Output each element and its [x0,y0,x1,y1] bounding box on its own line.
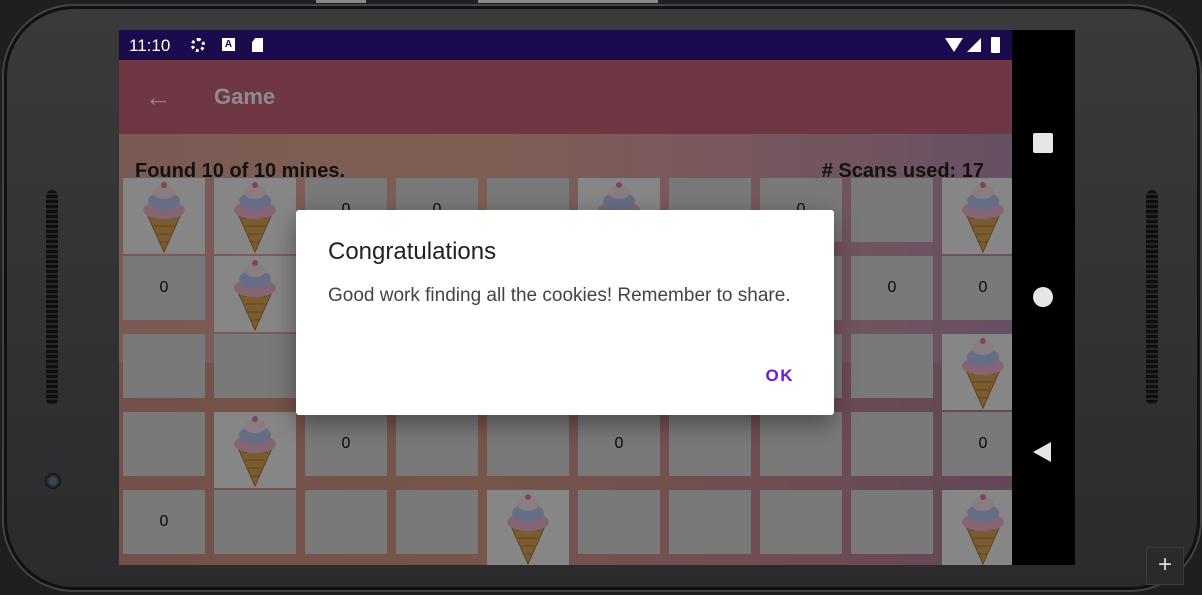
back-triangle-icon[interactable] [1033,442,1051,462]
settings-gear-icon [191,38,205,52]
wifi-icon [945,38,963,52]
congratulations-dialog: Congratulations Good work finding all th… [296,210,834,415]
dialog-title: Congratulations [328,238,497,265]
cell-signal-icon [967,38,981,52]
window-top-edge [316,0,366,3]
ok-button[interactable]: OK [766,366,795,386]
recents-square-icon[interactable] [1033,133,1053,153]
dialog-message: Good work finding all the cookies! Remem… [328,285,791,306]
add-plus-button[interactable]: + [1146,547,1184,585]
a-notification-icon: A [222,38,235,51]
home-circle-icon[interactable] [1033,287,1053,307]
sd-card-icon [252,38,263,52]
right-speaker [1146,190,1158,405]
status-time: 11:10 [129,36,171,55]
left-speaker [46,190,58,405]
front-camera [45,473,61,489]
battery-icon [991,37,1000,53]
device-screen: 11:10 A ← Game Found 10 of 10 mines. # S… [119,30,1012,565]
status-bar: 11:10 A [119,30,1012,60]
window-top-edge [478,0,658,3]
